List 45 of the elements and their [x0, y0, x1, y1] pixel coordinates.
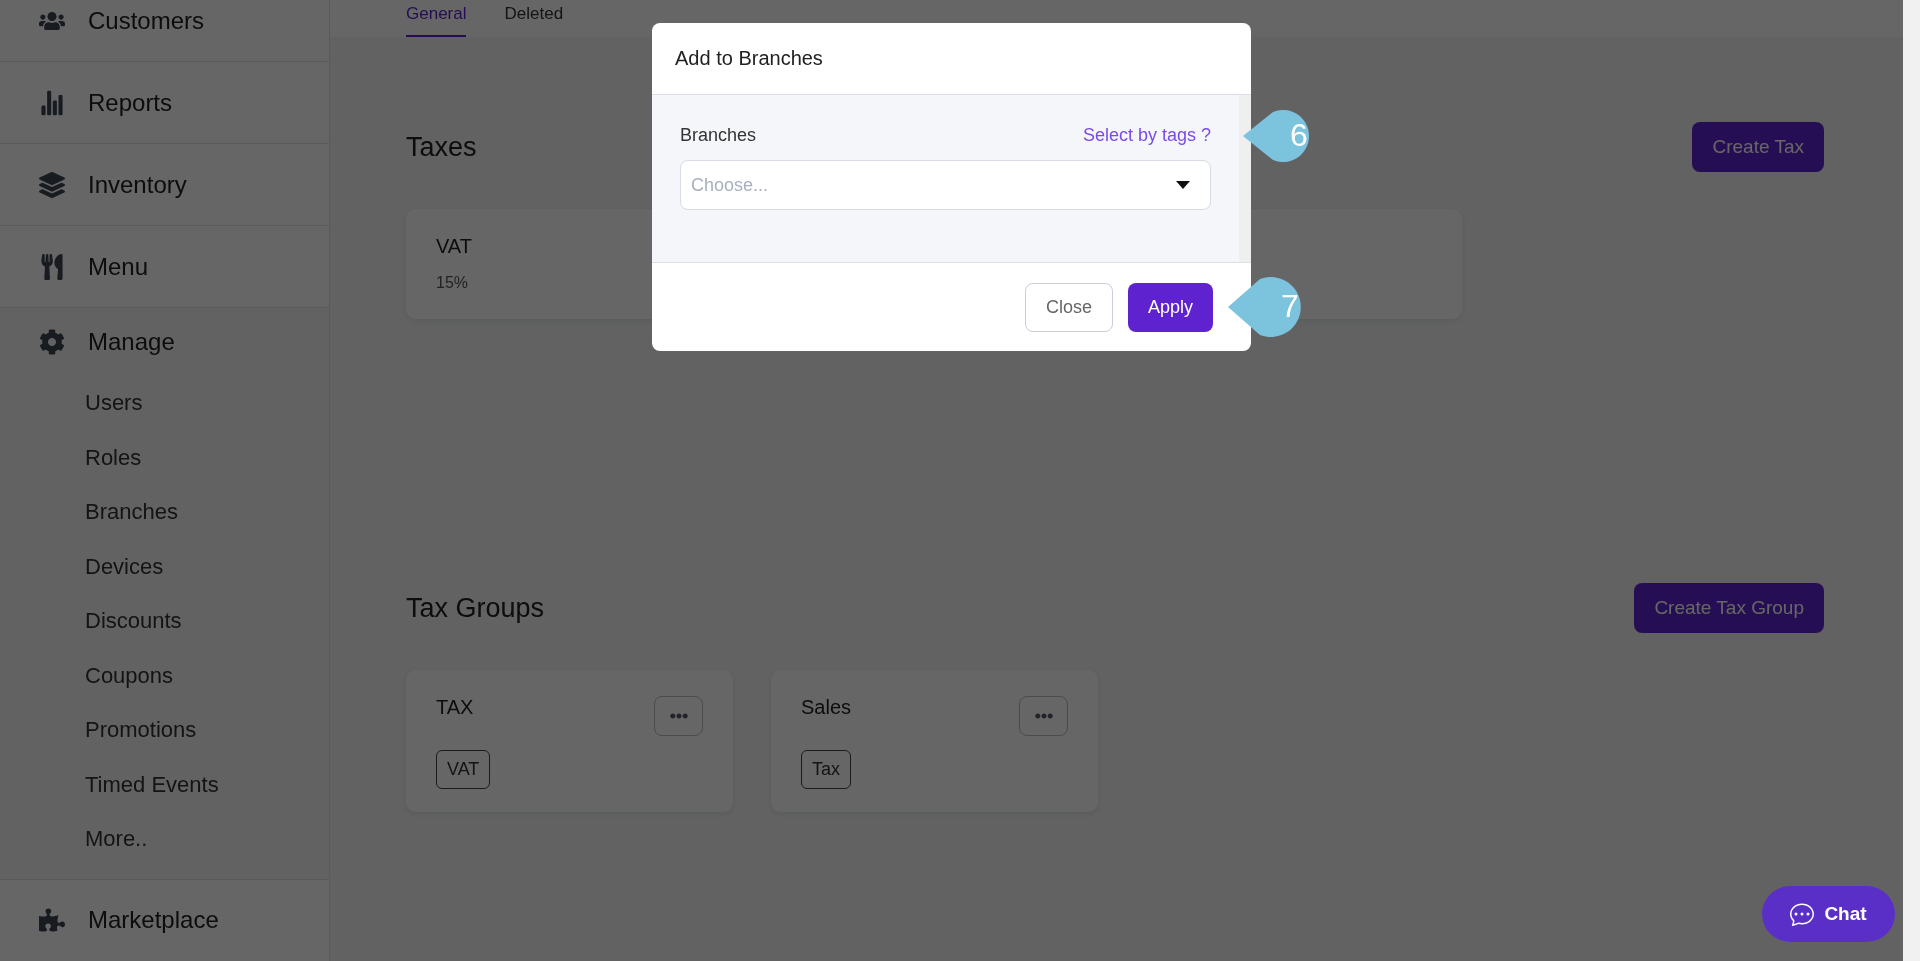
sidebar-item[interactable]: Customers [88, 6, 205, 35]
section-title: Tax Groups [406, 592, 545, 624]
caret-icon [1176, 181, 1190, 189]
tab[interactable]: Deleted [504, 0, 564, 37]
more-button[interactable] [1019, 696, 1068, 736]
sidebar-item[interactable]: Marketplace [88, 906, 219, 934]
scrollbar[interactable] [1239, 95, 1251, 262]
select-field[interactable]: Choose... [680, 160, 1211, 210]
sidebar-subitem[interactable]: Coupons [85, 662, 174, 689]
more-button[interactable] [654, 696, 703, 736]
gear-icon [38, 328, 66, 356]
chat-button[interactable]: Chat [1762, 886, 1895, 942]
sidebar-subitem[interactable]: Devices [85, 553, 164, 580]
tax-name: VAT [436, 235, 473, 258]
scrollbar[interactable] [1903, 0, 1920, 961]
sidebar-subitem[interactable]: More.. [85, 826, 148, 853]
bar-chart-icon [38, 88, 66, 117]
layers-icon [38, 170, 66, 199]
dialog-title: Add to Branches [675, 47, 823, 70]
tax-tag: VAT [436, 750, 491, 789]
sidebar-subitem[interactable]: Discounts [85, 608, 182, 635]
sidebar-subitem[interactable]: Users [85, 390, 143, 417]
tab[interactable]: General [406, 0, 467, 37]
chat-icon [1790, 902, 1815, 926]
section-title: Taxes [406, 131, 477, 163]
select-by-tags-link[interactable]: Select by tags ? [1082, 125, 1211, 146]
sidebar-subitem[interactable]: Roles [85, 444, 142, 471]
group-name: TAX [436, 696, 474, 719]
sidebar-item[interactable]: Reports [88, 88, 173, 117]
group-name: Sales [801, 696, 852, 719]
sidebar-subitem[interactable]: Promotions [85, 717, 197, 744]
puzzle-icon [38, 906, 66, 934]
sidebar-item[interactable]: Inventory [88, 170, 187, 199]
tax-tag: Tax [801, 750, 851, 789]
sidebar-subitem[interactable]: Timed Events [85, 771, 219, 798]
create-tax-button[interactable]: Create Tax [1692, 122, 1824, 172]
field-label: Branches [680, 125, 757, 146]
apply-button[interactable]: Apply [1127, 282, 1213, 332]
sidebar-item[interactable]: Menu [88, 252, 149, 281]
close-button[interactable]: Close [1024, 282, 1113, 332]
tax-rate: 15% [436, 274, 470, 292]
sidebar-item[interactable]: Manage [88, 328, 175, 356]
fork-knife-icon [38, 252, 66, 281]
create-tax-group-button[interactable]: Create Tax Group [1634, 583, 1824, 633]
sidebar-subitem[interactable]: Branches [85, 499, 178, 526]
